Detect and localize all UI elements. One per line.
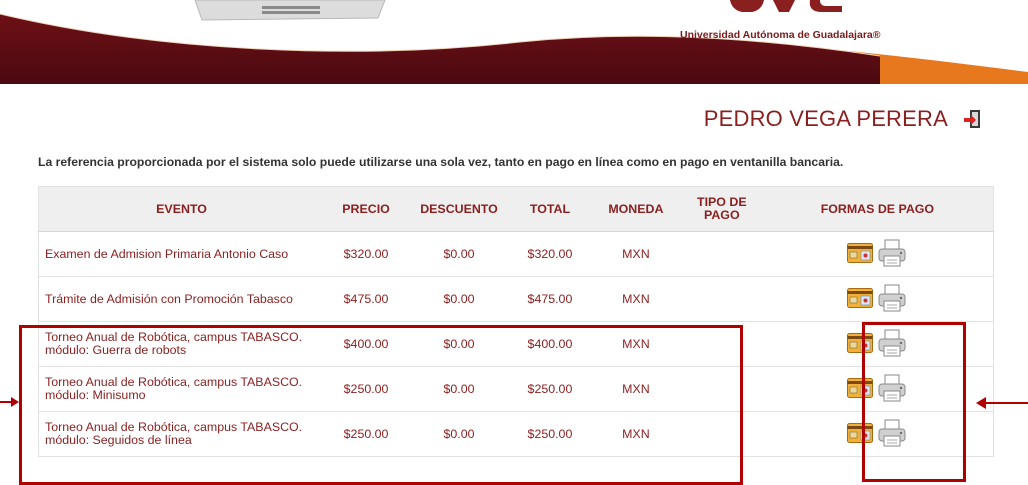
discount: $0.00	[408, 276, 510, 322]
col-evento: EVENTO	[38, 186, 325, 232]
payment-methods	[761, 276, 994, 322]
event-name: Examen de Admision Primaria Antonio Caso	[38, 231, 325, 277]
table-header-row: EVENTO PRECIO DESCUENTO TOTAL MONEDA TIP…	[38, 186, 994, 232]
event-name-line1: Trámite de Admisión con Promoción Tabasc…	[45, 291, 293, 306]
print-reference-icon[interactable]	[877, 239, 907, 270]
reference-notice: La referencia proporcionada por el siste…	[38, 155, 844, 169]
print-reference-icon[interactable]	[877, 284, 907, 315]
col-precio: PRECIO	[324, 186, 409, 232]
col-total: TOTAL	[509, 186, 590, 232]
currency: MXN	[589, 231, 682, 277]
logout-icon[interactable]	[962, 108, 984, 130]
keyboard-image	[194, 0, 386, 21]
university-name: Universidad Autónoma de Guadalajara®	[680, 29, 881, 41]
card-payment-icon[interactable]	[847, 287, 874, 311]
event-name: Trámite de Admisión con Promoción Tabasc…	[38, 276, 325, 322]
card-payment-icon[interactable]	[847, 242, 874, 266]
col-tipo-pago: TIPO DE PAGO	[681, 186, 762, 232]
highlight-box-payment	[862, 322, 966, 482]
event-name-line1: Examen de Admision Primaria Antonio Caso	[45, 246, 289, 261]
col-moneda: MONEDA	[589, 186, 682, 232]
total: $320.00	[509, 231, 590, 277]
payment-methods	[761, 231, 994, 277]
table-row: Examen de Admision Primaria Antonio Caso…	[38, 231, 994, 277]
total: $475.00	[509, 276, 590, 322]
discount: $0.00	[408, 231, 510, 277]
header-banner: Universidad Autónoma de Guadalajara®	[0, 0, 1028, 84]
arrow-left-icon	[0, 397, 19, 407]
col-formas-pago: FORMAS DE PAGO	[761, 186, 994, 232]
currency: MXN	[589, 276, 682, 322]
highlight-box-events	[19, 325, 743, 485]
payment-type	[681, 276, 762, 322]
user-bar: PEDRO VEGA PERERA	[704, 106, 984, 132]
col-descuento: DESCUENTO	[408, 186, 510, 232]
price: $320.00	[324, 231, 409, 277]
arrow-pointer-icon	[976, 397, 1028, 409]
table-row: Trámite de Admisión con Promoción Tabasc…	[38, 276, 994, 322]
payment-type	[681, 231, 762, 277]
price: $475.00	[324, 276, 409, 322]
user-name: PEDRO VEGA PERERA	[703, 106, 948, 131]
